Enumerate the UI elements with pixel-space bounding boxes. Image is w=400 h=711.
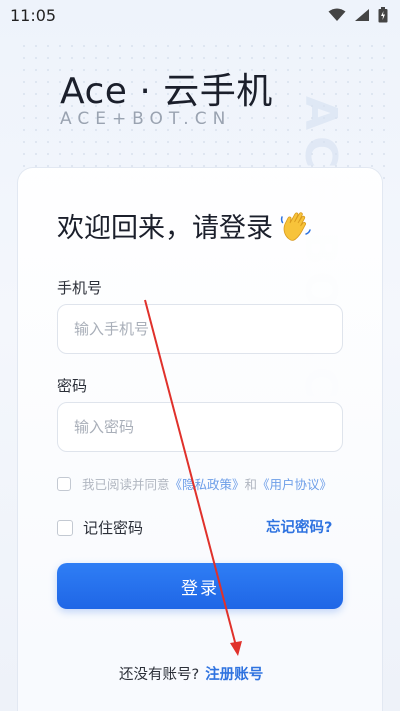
agreement-row: 我已阅读并同意 《隐私政策》 和 《用户协议》 [57, 474, 332, 493]
wifi-icon [328, 8, 346, 21]
user-agreement-link[interactable]: 《用户协议》 [257, 474, 332, 493]
phone-label: 手机号 [57, 279, 103, 297]
register-prompt: 还没有账号? [119, 667, 200, 683]
password-input[interactable] [57, 402, 343, 452]
agree-text: 我已阅读并同意 [82, 477, 170, 492]
password-label: 密码 [57, 377, 88, 395]
remember-password-checkbox[interactable] [57, 519, 73, 536]
status-time: 11:05 [10, 5, 57, 25]
login-button[interactable]: 登录 [57, 563, 343, 609]
register-link[interactable]: 注册账号 [205, 667, 263, 683]
forgot-password-link[interactable]: 忘记密码? [266, 516, 332, 537]
battery-icon [378, 7, 388, 23]
phone-input[interactable] [57, 304, 343, 354]
remember-row: 记住密码 [57, 517, 143, 538]
welcome-heading: 欢迎回来，请登录 [57, 206, 313, 245]
waving-hand-icon [280, 212, 311, 241]
welcome-text: 欢迎回来，请登录 [57, 213, 273, 244]
remember-password-label[interactable]: 记住密码 [83, 517, 143, 538]
status-icons [328, 7, 388, 23]
agree-checkbox[interactable] [57, 476, 71, 491]
app-subtitle: ACE+BOT.CN [60, 109, 232, 129]
agree-and-text: 和 [244, 477, 258, 492]
signal-icon [355, 9, 369, 21]
register-row: 还没有账号? 注册账号 [119, 663, 263, 684]
app-title: Ace · 云手机 [60, 71, 273, 112]
status-bar: 11:05 [0, 0, 400, 30]
privacy-policy-link[interactable]: 《隐私政策》 [170, 474, 245, 493]
